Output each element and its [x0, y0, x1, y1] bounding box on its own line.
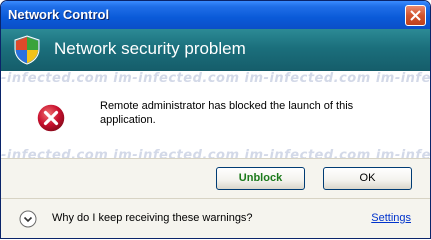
error-icon — [36, 103, 66, 133]
close-button[interactable] — [405, 5, 426, 26]
dialog-window: Network Control Network security problem — [0, 0, 431, 239]
title-bar[interactable]: Network Control — [1, 1, 430, 29]
button-bar: Unblock OK — [1, 158, 430, 199]
message-area: Remote administrator has blocked the lau… — [1, 71, 430, 158]
shield-icon — [14, 35, 40, 65]
header-title: Network security problem — [54, 39, 246, 58]
window-title: Network Control — [8, 7, 110, 22]
ok-button[interactable]: OK — [323, 167, 412, 190]
chevron-down-icon[interactable] — [19, 210, 37, 228]
close-icon — [410, 10, 421, 21]
unblock-button[interactable]: Unblock — [216, 167, 305, 190]
header-banner: Network security problem — [1, 29, 430, 71]
message-text: Remote administrator has blocked the lau… — [100, 100, 354, 126]
footer: Why do I keep receiving these warnings? … — [1, 198, 430, 238]
settings-link[interactable]: Settings — [371, 212, 411, 224]
warnings-question: Why do I keep receiving these warnings? — [52, 212, 253, 224]
